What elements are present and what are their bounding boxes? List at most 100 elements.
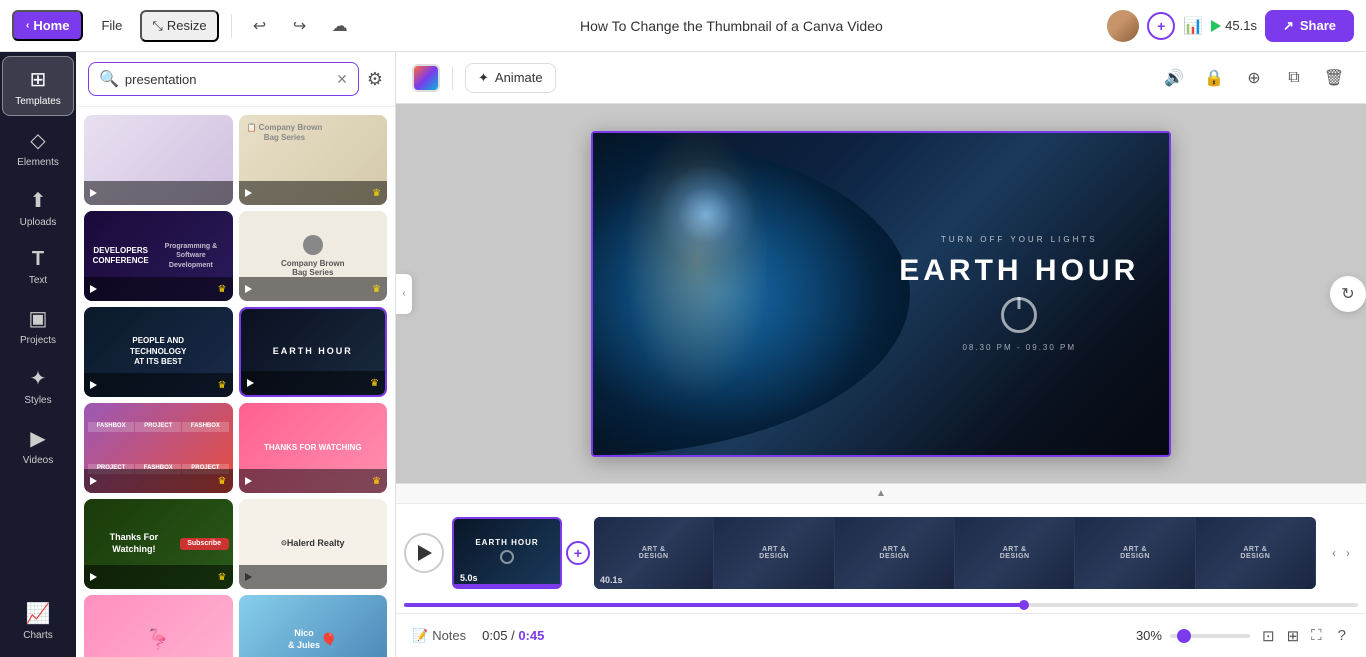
play-timer: 45.1s [1211, 18, 1257, 33]
duplicate-button[interactable]: ⧉ [1278, 62, 1310, 94]
canvas-toolbar-right: 🔊 🔒 ⊕ ⧉ 🗑 [1158, 62, 1350, 94]
template-card[interactable]: 🦩 ♛ [84, 595, 233, 657]
sidebar-item-elements[interactable]: ◇ Elements [2, 118, 74, 176]
text-label: Text [29, 275, 47, 286]
art-segment: ART &DESIGN [835, 517, 955, 589]
play-icon [90, 381, 97, 389]
share-label: Share [1300, 18, 1336, 33]
zoom-value: 30% [1136, 628, 1162, 643]
avatar[interactable] [1107, 10, 1139, 42]
timeline-clip-earth[interactable]: EARTH HOUR 5.0s [452, 517, 562, 589]
earth-visual [593, 133, 910, 455]
timeline-next-button[interactable]: › [1342, 542, 1354, 564]
share-button[interactable]: ↗ Share [1265, 10, 1354, 42]
cloud-save-button[interactable]: ☁ [324, 10, 356, 42]
card-overlay: ♛ [239, 181, 388, 205]
fullscreen-button[interactable]: ⛶ [1307, 623, 1326, 649]
timeline-clip-art[interactable]: ART &DESIGN ART &DESIGN ART &DESIGN ART … [594, 517, 1316, 589]
toolbar-divider [452, 66, 453, 90]
refresh-button[interactable]: ↻ [1330, 276, 1366, 312]
card-overlay: ♛ [84, 373, 233, 397]
template-card-selected[interactable]: EARTH HOUR ♛ [239, 307, 388, 397]
templates-icon: ⊞ [30, 67, 47, 92]
template-card[interactable]: THANKS FOR WATCHING ♛ [239, 403, 388, 493]
template-card[interactable]: FASHBOX PROJECT FASHBOX PROJECT FASHBOX … [84, 403, 233, 493]
add-collaborator-button[interactable]: + [1147, 12, 1175, 40]
resize-button[interactable]: ⤡ Resize [140, 10, 218, 42]
analytics-icon[interactable]: 📊 [1183, 16, 1203, 36]
filter-button[interactable]: ⚙ [367, 69, 383, 90]
zoom-slider[interactable] [1170, 634, 1250, 638]
play-icon [90, 477, 97, 485]
add-clip-button[interactable]: + [566, 541, 590, 565]
home-label: Home [33, 18, 69, 33]
home-button[interactable]: ‹ Home [12, 10, 83, 41]
grid-view-button[interactable]: ⊞ [1283, 623, 1304, 649]
audio-button[interactable]: 🔊 [1158, 62, 1190, 94]
template-card[interactable]: Nico& Jules🎈 [239, 595, 388, 657]
card-overlay: ♛ [239, 469, 388, 493]
topbar-right: + 📊 45.1s ↗ Share [1107, 10, 1354, 42]
videos-label: Videos [23, 455, 53, 466]
redo-button[interactable]: ↪ [284, 10, 316, 42]
template-card[interactable] [84, 115, 233, 205]
elements-icon: ◇ [30, 128, 45, 153]
share-icon: ↗ [1283, 18, 1294, 34]
sidebar-item-text[interactable]: T Text [2, 238, 74, 294]
timeline-prev-button[interactable]: ‹ [1328, 542, 1340, 564]
fit-screen-button[interactable]: ⊡ [1258, 623, 1279, 649]
zoom-area: 30% ⊡ ⊞ ⛶ ? [1136, 623, 1350, 649]
lock-button[interactable]: 🔒 [1198, 62, 1230, 94]
status-bar: 📝 Notes 0:05 / 0:45 30% ⊡ ⊞ ⛶ ? [396, 613, 1366, 657]
elements-label: Elements [17, 157, 59, 168]
search-icon: 🔍 [99, 69, 119, 89]
template-card[interactable]: DEVELOPERS CONFERENCEProgramming & Softw… [84, 211, 233, 301]
delete-button[interactable]: 🗑 [1318, 62, 1350, 94]
templates-label: Templates [15, 96, 61, 107]
canvas-viewport: ‹ TURN OFF YOUR LIGHTS EARTH HOUR 08.30 … [396, 104, 1366, 483]
sidebar-item-projects[interactable]: ▣ Projects [2, 296, 74, 354]
clear-search-button[interactable]: ✕ [336, 71, 348, 88]
current-time: 0:05 [482, 628, 507, 643]
add-to-slides-button[interactable]: ⊕ [1238, 62, 1270, 94]
timer-value: 45.1s [1225, 18, 1257, 33]
timeline-toggle[interactable]: ▲ [396, 484, 1366, 504]
template-card[interactable]: ⊙ Halerd Realty [239, 499, 388, 589]
play-button[interactable] [404, 533, 444, 573]
timeline-scroll-fill [404, 603, 1024, 607]
crown-icon: ♛ [372, 284, 381, 295]
sidebar-item-videos[interactable]: ▶ Videos [2, 416, 74, 474]
slide-canvas[interactable]: TURN OFF YOUR LIGHTS EARTH HOUR 08.30 PM… [591, 131, 1171, 457]
animate-icon: ✦ [478, 70, 489, 86]
search-input[interactable] [125, 72, 330, 87]
sidebar-item-charts[interactable]: 📈 Charts [2, 591, 74, 649]
projects-icon: ▣ [29, 306, 48, 331]
undo-button[interactable]: ↩ [244, 10, 276, 42]
file-button[interactable]: File [91, 12, 132, 39]
template-card[interactable]: Company BrownBag Series ♛ [239, 211, 388, 301]
animate-button[interactable]: ✦ Animate [465, 63, 556, 93]
template-card[interactable]: Thanks For Watching! Subscribe ♛ [84, 499, 233, 589]
redo-icon: ↪ [293, 16, 306, 36]
notes-button[interactable]: 📝 Notes [412, 628, 466, 644]
color-picker[interactable] [412, 64, 440, 92]
template-card[interactable]: PEOPLE ANDTECHNOLOGYAT ITS BEST ♛ [84, 307, 233, 397]
sidebar-item-styles[interactable]: ✦ Styles [2, 356, 74, 414]
collapse-panel-button[interactable]: ‹ [396, 274, 412, 314]
play-icon [90, 573, 97, 581]
card-overlay [239, 565, 388, 589]
art-segment: ART &DESIGN [955, 517, 1075, 589]
help-button[interactable]: ? [1334, 623, 1350, 648]
notes-icon: 📝 [412, 628, 428, 644]
card-overlay: ♛ [241, 371, 386, 395]
undo-icon: ↩ [253, 16, 266, 36]
slide-background: TURN OFF YOUR LIGHTS EARTH HOUR 08.30 PM… [593, 133, 1169, 455]
timeline-main: EARTH HOUR 5.0s + ART &DESIGN [396, 504, 1366, 601]
crown-icon: ♛ [218, 380, 227, 391]
sidebar-item-templates[interactable]: ⊞ Templates [2, 56, 74, 116]
card-overlay: ♛ [84, 469, 233, 493]
template-card[interactable]: 📋 Company BrownBag Series ♛ [239, 115, 388, 205]
sidebar-item-uploads[interactable]: ⬆ Uploads [2, 178, 74, 236]
timeline-scrollbar[interactable] [404, 603, 1358, 607]
crown-icon: ♛ [218, 572, 227, 583]
